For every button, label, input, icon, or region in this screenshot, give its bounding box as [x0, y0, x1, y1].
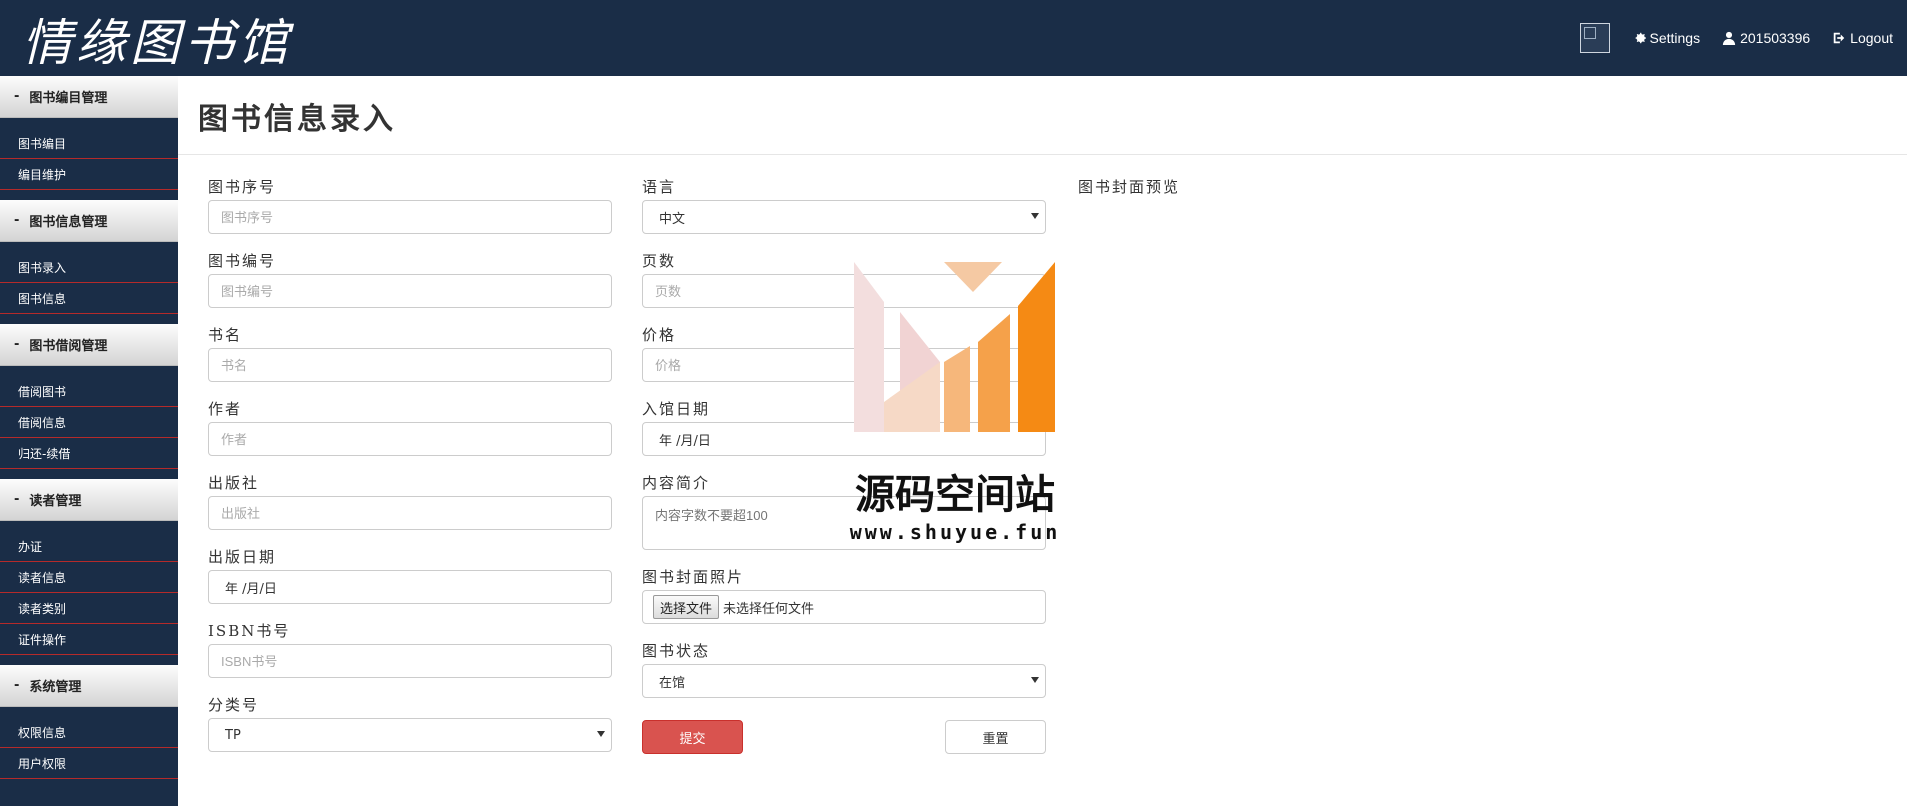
language-label: 语言: [642, 178, 677, 196]
sidebar-group-header[interactable]: - 读者管理: [0, 479, 178, 521]
gear-icon: [1635, 32, 1646, 44]
cover-preview-label: 图书封面预览: [1078, 178, 1181, 196]
page-title: 图书信息录入: [198, 102, 396, 137]
author-label: 作者: [208, 400, 243, 418]
status-value: 在馆: [659, 675, 686, 691]
choose-file-button[interactable]: 选择文件: [653, 595, 720, 619]
logout-label: Logout: [1850, 30, 1893, 46]
site-logo[interactable]: 情缘图书馆: [22, 8, 292, 72]
cover-preview-panel: 图书封面预览: [1078, 176, 1378, 197]
collapse-icon: -: [14, 89, 20, 104]
logout-link[interactable]: Logout: [1832, 30, 1893, 46]
book-seq-input[interactable]: [208, 200, 612, 234]
divider: [178, 154, 1907, 155]
avatar-image[interactable]: [1579, 23, 1610, 53]
cover-file-input[interactable]: 选择文件 未选择任何文件: [642, 590, 1046, 624]
settings-link[interactable]: Settings: [1632, 30, 1701, 46]
price-label: 价格: [642, 326, 677, 344]
summary-textarea[interactable]: [642, 496, 1046, 550]
sidebar-item-catalog-maintain[interactable]: 编目维护: [0, 159, 178, 190]
status-select[interactable]: 在馆: [642, 664, 1046, 698]
sidebar-item-reader-info[interactable]: 读者信息: [0, 562, 178, 593]
sidebar-group-borrow: - 图书借阅管理 借阅图书 借阅信息 归还-续借: [0, 324, 178, 479]
book-name-input[interactable]: [208, 348, 612, 382]
top-nav: Settings 201503396 Logout: [1579, 0, 1893, 76]
user-link[interactable]: 201503396: [1722, 30, 1810, 46]
sidebar-group-header[interactable]: - 图书借阅管理: [0, 324, 178, 366]
caret-down-icon: [1031, 213, 1039, 219]
price-input[interactable]: [642, 348, 1046, 382]
sidebar-item-book-info[interactable]: 图书信息: [0, 283, 178, 314]
category-label: 分类号: [208, 696, 260, 714]
sidebar-group-header[interactable]: - 系统管理: [0, 665, 178, 707]
entry-date-label: 入馆日期: [642, 400, 711, 418]
sidebar-group-system: - 系统管理 权限信息 用户权限: [0, 665, 178, 789]
sidebar-item-permission-info[interactable]: 权限信息: [0, 717, 178, 748]
sidebar-item-card-ops[interactable]: 证件操作: [0, 624, 178, 655]
form-column-left: 图书序号 图书编号 书名 作者 出版社 出版日期 年 /月/日 ISBN书号 分: [208, 176, 612, 768]
user-label: 201503396: [1740, 30, 1811, 46]
status-label: 图书状态: [642, 642, 711, 660]
isbn-label: ISBN书号: [208, 622, 291, 640]
sidebar-item-borrow-info[interactable]: 借阅信息: [0, 407, 178, 438]
pub-date-label: 出版日期: [208, 548, 277, 566]
sidebar-group-book-info: - 图书信息管理 图书录入 图书信息: [0, 200, 178, 324]
file-status: 未选择任何文件: [723, 601, 815, 617]
category-select[interactable]: TP: [208, 718, 612, 752]
sidebar-group-header[interactable]: - 图书编目管理: [0, 76, 178, 118]
sidebar-group-header[interactable]: - 图书信息管理: [0, 200, 178, 242]
book-seq-label: 图书序号: [208, 178, 277, 196]
collapse-icon: -: [14, 678, 20, 693]
book-code-label: 图书编号: [208, 252, 277, 270]
sidebar-item-return-renew[interactable]: 归还-续借: [0, 438, 178, 469]
sidebar-group-reader: - 读者管理 办证 读者信息 读者类别 证件操作: [0, 479, 178, 665]
sidebar-item-reader-type[interactable]: 读者类别: [0, 593, 178, 624]
entry-date-value: 年 /月/日: [659, 433, 711, 449]
sidebar-item-borrow-book[interactable]: 借阅图书: [0, 376, 178, 407]
pages-label: 页数: [642, 252, 677, 270]
logout-icon: [1833, 32, 1845, 44]
pub-date-input[interactable]: 年 /月/日: [208, 570, 612, 604]
pages-input[interactable]: [642, 274, 1046, 308]
language-select[interactable]: 中文: [642, 200, 1046, 234]
caret-down-icon: [1031, 677, 1039, 683]
language-value: 中文: [659, 211, 686, 227]
pub-date-value: 年 /月/日: [225, 581, 277, 597]
sidebar-group-catalog: - 图书编目管理 图书编目 编目维护: [0, 76, 178, 200]
sidebar-item-catalog[interactable]: 图书编目: [0, 128, 178, 159]
author-input[interactable]: [208, 422, 612, 456]
collapse-icon: -: [14, 213, 20, 228]
publisher-input[interactable]: [208, 496, 612, 530]
cover-label: 图书封面照片: [642, 568, 745, 586]
book-name-label: 书名: [208, 326, 243, 344]
user-icon: [1722, 31, 1736, 45]
book-code-input[interactable]: [208, 274, 612, 308]
collapse-icon: -: [14, 337, 20, 352]
form-column-middle: 语言 中文 页数 价格 入馆日期 年 /月/日 内容简介 图书封面照片 选择文件: [642, 176, 1046, 760]
summary-label: 内容简介: [642, 474, 711, 492]
sidebar: - 图书编目管理 图书编目 编目维护 - 图书信息管理 图书录入 图书信息 - 图书借…: [0, 76, 178, 806]
sidebar-item-user-permission[interactable]: 用户权限: [0, 748, 178, 779]
main-content: 图书信息录入 图书序号 图书编号 书名 作者 出版社 出版日期 年 /月/日 I…: [178, 76, 1907, 806]
settings-label: Settings: [1649, 30, 1701, 46]
collapse-icon: -: [14, 492, 20, 507]
sidebar-item-issue-card[interactable]: 办证: [0, 531, 178, 562]
publisher-label: 出版社: [208, 474, 260, 492]
reset-button[interactable]: 重置: [945, 720, 1046, 754]
isbn-input[interactable]: [208, 644, 612, 678]
top-navbar: 情缘图书馆 Settings 201503396 Logout: [0, 0, 1907, 76]
entry-date-input[interactable]: 年 /月/日: [642, 422, 1046, 456]
sidebar-item-book-entry[interactable]: 图书录入: [0, 252, 178, 283]
caret-down-icon: [597, 731, 605, 737]
submit-button[interactable]: 提交: [642, 720, 743, 754]
category-value: TP: [225, 727, 241, 743]
